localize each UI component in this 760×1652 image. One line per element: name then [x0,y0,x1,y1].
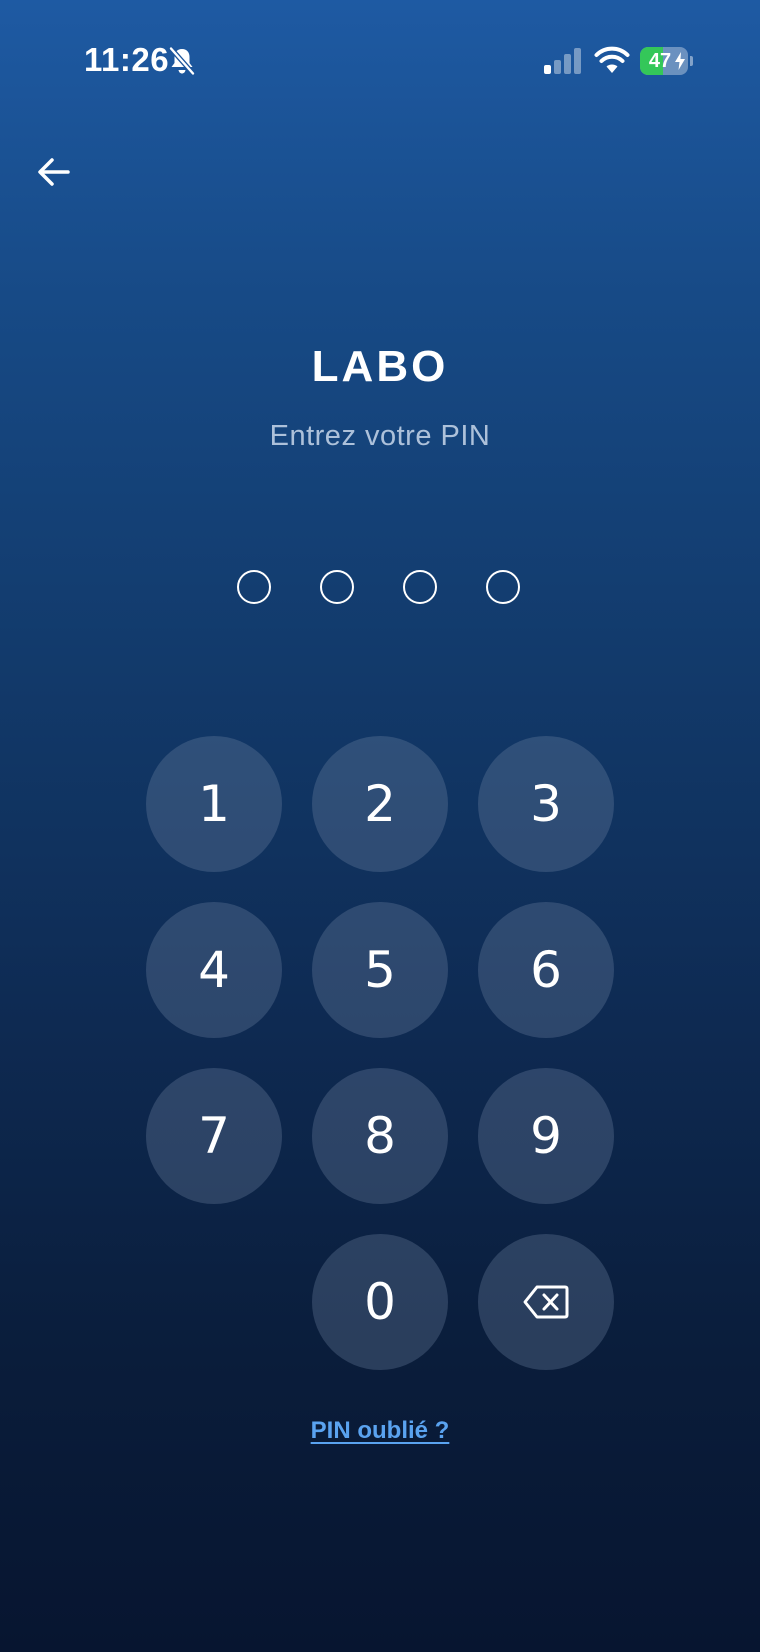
key-2[interactable]: 2 [312,736,448,872]
key-3[interactable]: 3 [478,736,614,872]
status-time: 11:26 [84,41,170,78]
wifi-icon [594,46,630,73]
key-8[interactable]: 8 [312,1068,448,1204]
forgot-pin-container: PIN oublié ? [0,1414,760,1451]
key-1[interactable]: 1 [146,736,282,872]
pin-indicator [0,570,760,610]
bell-slash-icon [169,46,195,76]
keypad: 1 2 3 4 5 6 7 8 9 0 [0,0,760,1652]
key-9[interactable]: 9 [478,1068,614,1204]
key-4[interactable]: 4 [146,902,282,1038]
battery-icon: 47 [640,47,693,75]
arrow-left-icon [38,158,70,186]
key-6[interactable]: 6 [478,902,614,1038]
key-7[interactable]: 7 [146,1068,282,1204]
key-0[interactable]: 0 [312,1234,448,1370]
backspace-icon [523,1285,569,1319]
status-bar: 11:26 47 [0,0,760,120]
page-title: LABO [311,342,449,391]
charging-bolt-icon [675,52,685,70]
back-button[interactable] [26,144,82,200]
cellular-signal-icon [544,48,581,74]
pin-dot [320,570,354,604]
forgot-pin-link[interactable]: PIN oublié ? [311,1417,450,1444]
key-5[interactable]: 5 [312,902,448,1038]
page-subtitle: Entrez votre PIN [269,420,491,452]
pin-dot [486,570,520,604]
pin-dot [403,570,437,604]
delete-button[interactable] [478,1234,614,1370]
pin-dot [237,570,271,604]
